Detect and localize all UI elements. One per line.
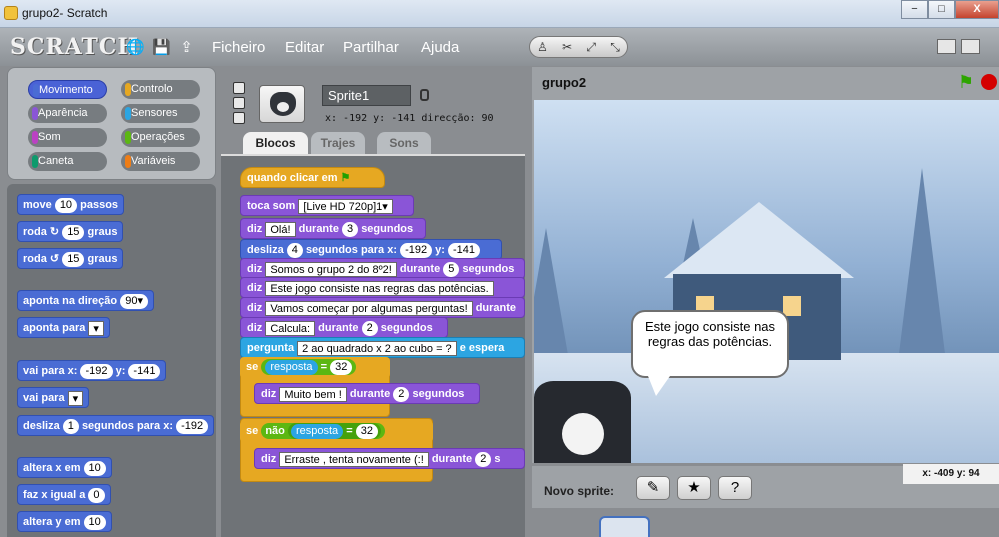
small-stage-mode-icon[interactable] [937, 39, 956, 54]
scissors-tool-icon[interactable]: ✂ [562, 40, 572, 54]
rotate-left-icon: ↺ [49, 253, 60, 265]
category-movimento[interactable]: Movimento [28, 80, 107, 99]
menu-editar[interactable]: Editar [285, 39, 324, 56]
tab-sons[interactable]: Sons [377, 132, 431, 154]
surprise-sprite-button[interactable]: ? [718, 476, 752, 500]
shrink-tool-icon[interactable]: ⤡ [610, 40, 620, 55]
category-variaveis[interactable]: Variáveis [121, 152, 200, 171]
sprite-thumbnail [259, 85, 305, 123]
normal-stage-mode-icon[interactable] [961, 39, 980, 54]
category-operacoes[interactable]: Operações [121, 128, 200, 147]
green-flag-icon: ⚑ [340, 172, 351, 184]
palette-point-to-block[interactable]: aponta para ▾ [17, 317, 110, 338]
palette-change-x-block[interactable]: altera x em 10 [17, 457, 112, 478]
category-som[interactable]: Som [28, 128, 107, 147]
rotation-style-dont-rotate-icon[interactable] [233, 112, 245, 124]
stop-button-icon[interactable] [981, 74, 997, 90]
scratch-app-icon [4, 6, 18, 20]
say-block-3[interactable]: diz Este jogo consiste nas regras das po… [240, 277, 525, 298]
menu-ajuda[interactable]: Ajuda [421, 39, 459, 56]
category-caneta[interactable]: Caneta [28, 152, 107, 171]
sprite-list [532, 508, 999, 537]
equals-operator-2[interactable]: resposta = 32 [287, 423, 381, 439]
palette-move-block[interactable]: move 10 passos [17, 194, 125, 215]
ask-block[interactable]: pergunta 2 ao quadrado x 2 ao cubo = ? e… [240, 337, 525, 358]
stage-tools: ♙ ✂ ⤢ ⤡ [529, 36, 628, 58]
window-controls: − □ X [901, 0, 999, 20]
rotate-right-icon: ↻ [49, 226, 60, 238]
if-block-2-header: se não resposta = 32 [240, 421, 433, 442]
not-operator[interactable]: não resposta = 32 [261, 423, 385, 439]
project-title: grupo2 [542, 75, 587, 90]
palette-turn-cw-block[interactable]: roda ↻ 15 graus [17, 221, 124, 242]
husky-sprite-thumbnail-image [270, 92, 296, 116]
say-block-6[interactable]: diz Muito bem ! durante 2 segundos [254, 383, 480, 404]
maximize-button[interactable]: □ [928, 0, 955, 19]
cabin-window [783, 296, 801, 316]
scratch-logo: SCRATCH [10, 34, 140, 60]
window-title: grupo2- Scratch [22, 6, 108, 20]
window-titlebar: grupo2- Scratch − □ X [0, 0, 999, 28]
palette-goto-xy-block[interactable]: vai para x: -192 y: -141 [17, 360, 167, 381]
palette-set-x-block[interactable]: faz x igual a 0 [17, 484, 111, 505]
say-block-7[interactable]: diz Erraste , tenta novamente (:! durant… [254, 448, 525, 469]
menu-ficheiro[interactable]: Ficheiro [212, 39, 265, 56]
palette-change-y-block[interactable]: altera y em 10 [17, 511, 112, 532]
tab-blocos[interactable]: Blocos [243, 132, 308, 154]
rotation-style-left-right-icon[interactable] [233, 97, 245, 109]
when-flag-clicked-block[interactable]: quando clicar em ⚑ [240, 167, 385, 188]
if-block-1-header: se resposta = 32 [240, 357, 390, 378]
menubar: SCRATCH 🌐 💾 ⇪ Ficheiro Editar Partilhar … [0, 28, 999, 66]
say-block-2[interactable]: diz Somos o grupo 2 do 8º2! durante 5 se… [240, 258, 525, 279]
paint-new-sprite-button[interactable]: ✎ [636, 476, 670, 500]
tree-right [896, 168, 948, 378]
say-block-4[interactable]: diz Vamos começar por algumas perguntas!… [240, 297, 525, 318]
sprite-name-field[interactable]: Sprite1 [322, 85, 411, 106]
block-palette: move 10 passos roda ↻ 15 graus roda ↺ 15… [7, 184, 216, 537]
stamp-tool-icon[interactable]: ♙ [537, 40, 548, 54]
stage-panel: grupo2 ⚑ Este jogo consiste nas regras d… [532, 67, 999, 463]
lock-icon[interactable] [420, 89, 429, 101]
rotation-style-all-around-icon[interactable] [233, 82, 245, 94]
sprite-coordinates: x: -192 y: -141 direcção: 90 [325, 113, 494, 124]
equals-operator[interactable]: resposta = 32 [261, 359, 357, 375]
palette-goto-block[interactable]: vai para ▾ [17, 387, 90, 408]
glide-block[interactable]: desliza 4 segundos para x: -192 y: -141 [240, 239, 502, 260]
menu-partilhar[interactable]: Partilhar [343, 39, 399, 56]
category-controlo[interactable]: Controlo [121, 80, 200, 99]
save-icon[interactable]: 💾 [152, 39, 171, 56]
category-sensores[interactable]: Sensores [121, 104, 200, 123]
choose-sprite-file-button[interactable]: ★ [677, 476, 711, 500]
husky-sprite[interactable] [534, 381, 631, 463]
say-block-1[interactable]: diz Olá! durante 3 segundos [240, 218, 426, 239]
tab-trajes[interactable]: Trajes [311, 132, 365, 154]
close-button[interactable]: X [955, 0, 999, 19]
sprite-corral: x: -409 y: 94 Novo sprite: ✎ ★ ? [532, 464, 999, 537]
share-icon[interactable]: ⇪ [178, 39, 195, 56]
play-sound-block[interactable]: toca som [Live HD 720p]1▾ [240, 195, 414, 216]
scripts-area[interactable]: quando clicar em ⚑ toca som [Live HD 720… [221, 154, 525, 537]
house-roof [664, 202, 854, 278]
sprite-list-item[interactable] [599, 516, 650, 537]
grow-tool-icon[interactable]: ⤢ [586, 40, 596, 55]
category-selector: Movimento Controlo Aparência Sensores So… [7, 67, 216, 180]
globe-icon[interactable]: 🌐 [126, 39, 145, 56]
say-block-5[interactable]: diz Calcula: durante 2 segundos [240, 317, 448, 338]
stage-canvas[interactable]: Este jogo consiste nas regras das potênc… [534, 100, 999, 463]
category-aparencia[interactable]: Aparência [28, 104, 107, 123]
palette-glide-block[interactable]: desliza 1 segundos para x: -192 [17, 415, 215, 436]
palette-point-direction-block[interactable]: aponta na direção 90▾ [17, 290, 154, 311]
mouse-coordinates: x: -409 y: 94 [903, 464, 999, 484]
minimize-button[interactable]: − [901, 0, 928, 19]
green-flag-icon[interactable]: ⚑ [958, 72, 974, 93]
palette-turn-ccw-block[interactable]: roda ↺ 15 graus [17, 248, 124, 269]
speech-bubble: Este jogo consiste nas regras das potênc… [631, 310, 789, 396]
new-sprite-label: Novo sprite: [544, 484, 615, 498]
